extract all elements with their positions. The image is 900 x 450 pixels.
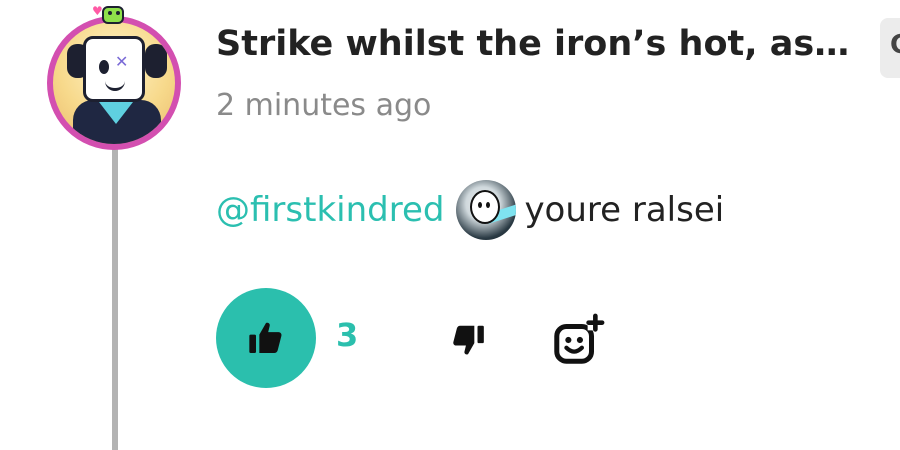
like-count: 3 (336, 316, 359, 354)
author-avatar[interactable]: ✕ (47, 16, 181, 150)
comment-text: youre ralsei (524, 190, 725, 230)
side-tab-label: C (890, 30, 900, 60)
thread-line (112, 140, 118, 450)
avatar-art: ✕ (53, 22, 175, 144)
comment-body: @firstkindred youre ralsei (216, 180, 724, 240)
avatar-frame-badge-icon: ♥ (92, 0, 130, 26)
add-reaction-icon (554, 313, 605, 364)
frog-eye-left (108, 11, 112, 15)
mention-avatar-image (456, 180, 517, 240)
avatar-x-eye: ✕ (115, 52, 129, 71)
thumbs-up-icon (249, 322, 282, 353)
comment-title[interactable]: Strike whilst the iron’s hot, as a comme… (216, 24, 856, 64)
avatar-eye (99, 60, 109, 74)
user-mention-link[interactable]: @firstkindred (216, 190, 444, 230)
frog-eye-right (116, 11, 120, 15)
add-reaction-button[interactable] (550, 312, 606, 368)
avatar-ear-right (145, 44, 167, 78)
comment-timestamp: 2 minutes ago (216, 88, 432, 123)
like-button[interactable] (216, 288, 316, 388)
side-tab[interactable]: C (880, 18, 900, 78)
frog-badge (102, 6, 124, 24)
comment-card: ✕ ♥ Strike whilst the iron’s hot, as a c… (0, 0, 900, 450)
thumbs-down-icon (453, 325, 484, 355)
dislike-button[interactable] (446, 318, 490, 362)
avatar-head (83, 36, 145, 102)
